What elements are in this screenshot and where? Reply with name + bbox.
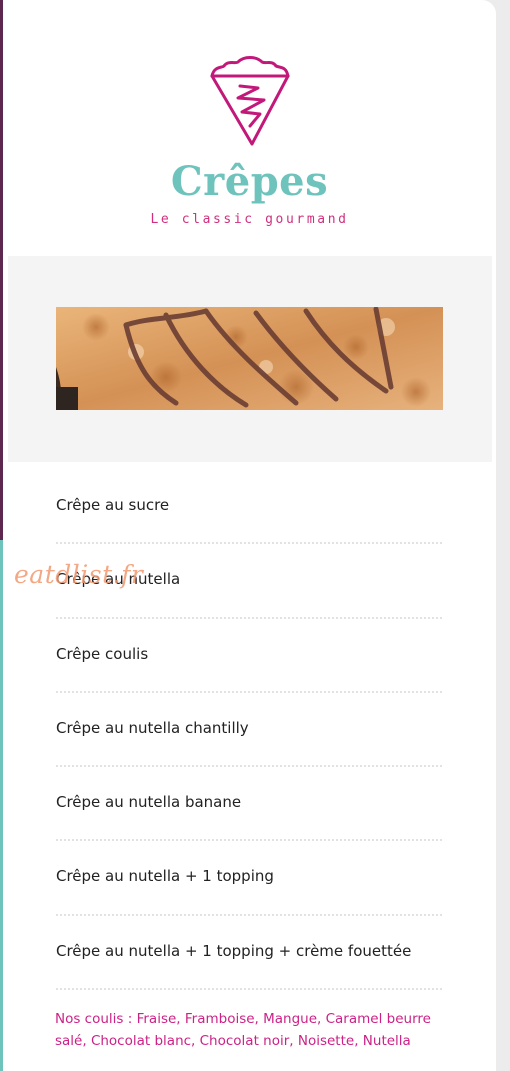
menu-item: Crêpe coulis [56, 619, 442, 693]
menu-item-label: Crêpe au nutella chantilly [56, 718, 249, 737]
menu-item: Crêpe au nutella + 1 topping [56, 841, 442, 916]
brand-tagline: Le classic gourmand [150, 212, 349, 227]
menu-list: Crêpe au sucre Crêpe au nutella Crêpe co… [56, 470, 442, 991]
menu-item: Crêpe au nutella chantilly [56, 693, 442, 768]
menu-item-label: Crêpe coulis [56, 644, 149, 663]
menu-item-label: Crêpe au sucre [56, 496, 170, 514]
hero-section [8, 256, 492, 462]
menu-item: Crêpe au nutella banane [56, 767, 442, 842]
crepe-slice-icon [210, 56, 289, 146]
brand-title: Crêpes [170, 158, 329, 205]
coulis-note: Nos coulis : Fraise, Framboise, Mangue, … [55, 1011, 431, 1049]
menu-item-label: Crêpe au nutella banane [56, 793, 242, 812]
crepe-photo [56, 307, 443, 410]
menu-item: Crêpe au sucre [56, 470, 442, 545]
logo [3, 56, 496, 152]
menu-item: Crêpe au nutella + 1 topping + crème fou… [56, 916, 442, 991]
watermark: eatdlist.fr [14, 560, 144, 589]
menu-item-label: Crêpe au nutella + 1 topping + crème fou… [56, 941, 412, 960]
menu-item-label: Crêpe au nutella + 1 topping [56, 867, 274, 886]
menu-card: Crêpes Le classic gourmand Crêpe au sucr… [3, 0, 496, 1071]
